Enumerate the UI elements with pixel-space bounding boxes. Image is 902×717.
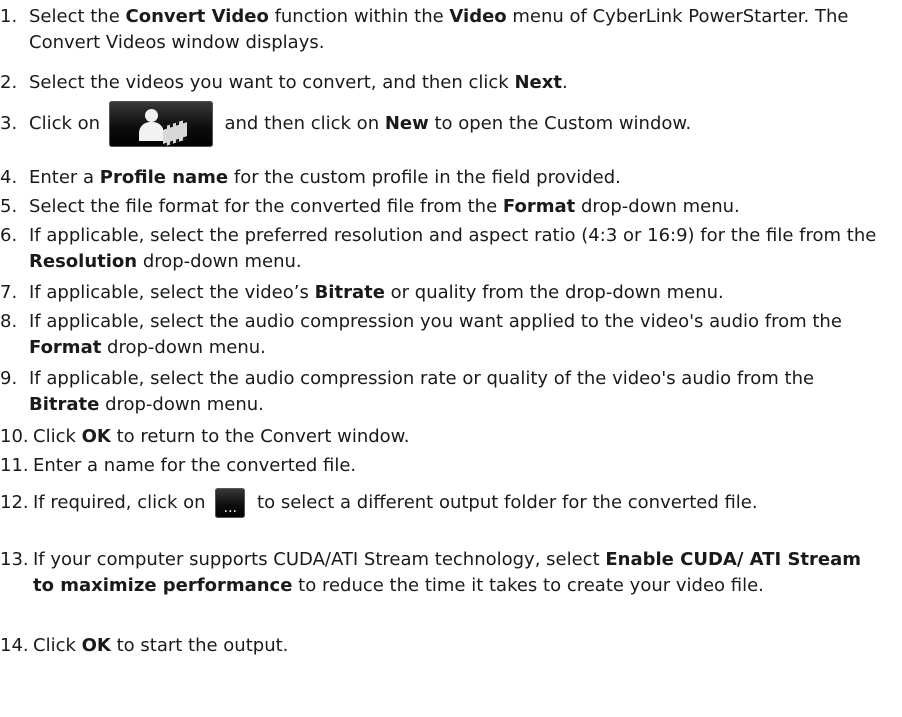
text-run: for the custom profile in the field prov… — [228, 167, 621, 188]
text-run: function within the — [268, 6, 450, 27]
text-run: If applicable, select the audio compress… — [29, 368, 815, 389]
step-text: If applicable, select the audio compress… — [29, 366, 880, 418]
text-run: or quality from the drop-down menu. — [384, 282, 724, 303]
profile-button[interactable] — [108, 101, 213, 147]
text-run: drop-down menu. — [99, 394, 264, 415]
step-3: 3. Click on and then click on New to open… — [0, 101, 880, 147]
text-run: Click — [33, 635, 82, 656]
step-6: 6. If applicable, select the preferred re… — [0, 223, 880, 275]
text-run: drop-down menu. — [101, 337, 266, 358]
ui-term: New — [384, 113, 429, 134]
text-run: Click — [33, 426, 82, 447]
step-number: 1. — [0, 6, 18, 27]
browse-folder-button[interactable]: ... — [215, 488, 246, 518]
step-number: 11. — [0, 455, 29, 476]
text-run: and then click on — [218, 113, 385, 134]
text-run: to select a different output folder for … — [251, 492, 758, 513]
step-number: 10. — [0, 426, 29, 447]
step-5: 5. Select the file format for the convert… — [0, 194, 880, 220]
text-run: Enter a name for the converted file. — [33, 455, 357, 476]
step-number: 9. — [0, 368, 18, 389]
step-text: Enter a Profile name for the custom prof… — [29, 165, 880, 191]
text-run: Enter a — [29, 167, 100, 188]
step-7: 7. If applicable, select the video’s Bitr… — [0, 280, 880, 306]
text-run: If applicable, select the audio compress… — [29, 311, 842, 332]
step-number: 8. — [0, 311, 18, 332]
ui-term: Bitrate — [29, 394, 100, 415]
ui-term: Format — [29, 337, 102, 358]
text-run: . — [561, 72, 568, 93]
step-text: Enter a name for the converted file. — [33, 453, 880, 479]
ui-term: Resolution — [29, 251, 138, 272]
step-text: If applicable, select the audio compress… — [29, 309, 880, 361]
step-14: 14. Click OK to start the output. — [0, 633, 880, 659]
ui-term: Bitrate — [314, 282, 385, 303]
step-11: 11. Enter a name for the converted file. — [0, 453, 880, 479]
step-number: 5. — [0, 196, 18, 217]
step-13: 13. If your computer supports CUDA/ATI St… — [0, 547, 880, 599]
text-run: to reduce the time it takes to create yo… — [292, 575, 764, 596]
ui-term: OK — [81, 426, 111, 447]
ui-term: Next — [514, 72, 562, 93]
step-text: Click OK to return to the Convert window… — [33, 424, 880, 450]
ui-term: OK — [81, 635, 111, 656]
step-text: If your computer supports CUDA/ATI Strea… — [33, 547, 880, 599]
step-1: 1. Select the Convert Video function with… — [0, 4, 880, 56]
step-text: Click OK to start the output. — [33, 633, 880, 659]
step-number: 7. — [0, 282, 18, 303]
text-run: If applicable, select the preferred reso… — [29, 225, 877, 246]
text-run: drop-down menu. — [137, 251, 302, 272]
step-text: If applicable, select the video’s Bitrat… — [29, 280, 880, 306]
step-12: 12. If required, click on ... to select a… — [0, 488, 880, 518]
step-number: 13. — [0, 549, 29, 570]
step-text: If applicable, select the preferred reso… — [29, 223, 880, 275]
step-10: 10. Click OK to return to the Convert win… — [0, 424, 880, 450]
text-run: If your computer supports CUDA/ATI Strea… — [33, 549, 606, 570]
text-run: If required, click on — [33, 492, 212, 513]
ui-term: Format — [502, 196, 576, 217]
step-number: 14. — [0, 635, 29, 656]
step-text: Select the videos you want to convert, a… — [29, 70, 880, 96]
text-run: Select the file format for the converted… — [29, 196, 503, 217]
text-run: Click on — [29, 113, 106, 134]
step-9: 9. If applicable, select the audio compre… — [0, 366, 880, 418]
text-run: drop-down menu. — [575, 196, 740, 217]
step-number: 12. — [0, 492, 29, 513]
step-number: 6. — [0, 225, 18, 246]
step-text: Click on and then click on New to open t… — [29, 101, 880, 147]
text-run: Select the — [29, 6, 126, 27]
ui-term: Profile name — [99, 167, 229, 188]
instruction-list: 1. Select the Convert Video function with… — [0, 0, 902, 717]
step-text: Select the file format for the converted… — [29, 194, 880, 220]
step-8: 8. If applicable, select the audio compre… — [0, 309, 880, 361]
ui-term: Convert Video — [125, 6, 269, 27]
step-number: 4. — [0, 167, 18, 188]
step-text: If required, click on ... to select a di… — [33, 488, 880, 518]
text-run: to return to the Convert window. — [110, 426, 410, 447]
step-text: Select the Convert Video function within… — [29, 4, 880, 56]
text-run: to open the Custom window. — [428, 113, 692, 134]
text-run: If applicable, select the video’s — [29, 282, 315, 303]
ui-term: Video — [449, 6, 507, 27]
step-number: 3. — [0, 113, 18, 134]
text-run: Select the videos you want to convert, a… — [29, 72, 515, 93]
step-2: 2. Select the videos you want to convert,… — [0, 70, 880, 96]
step-4: 4. Enter a Profile name for the custom pr… — [0, 165, 880, 191]
text-run: to start the output. — [110, 635, 289, 656]
step-number: 2. — [0, 72, 18, 93]
